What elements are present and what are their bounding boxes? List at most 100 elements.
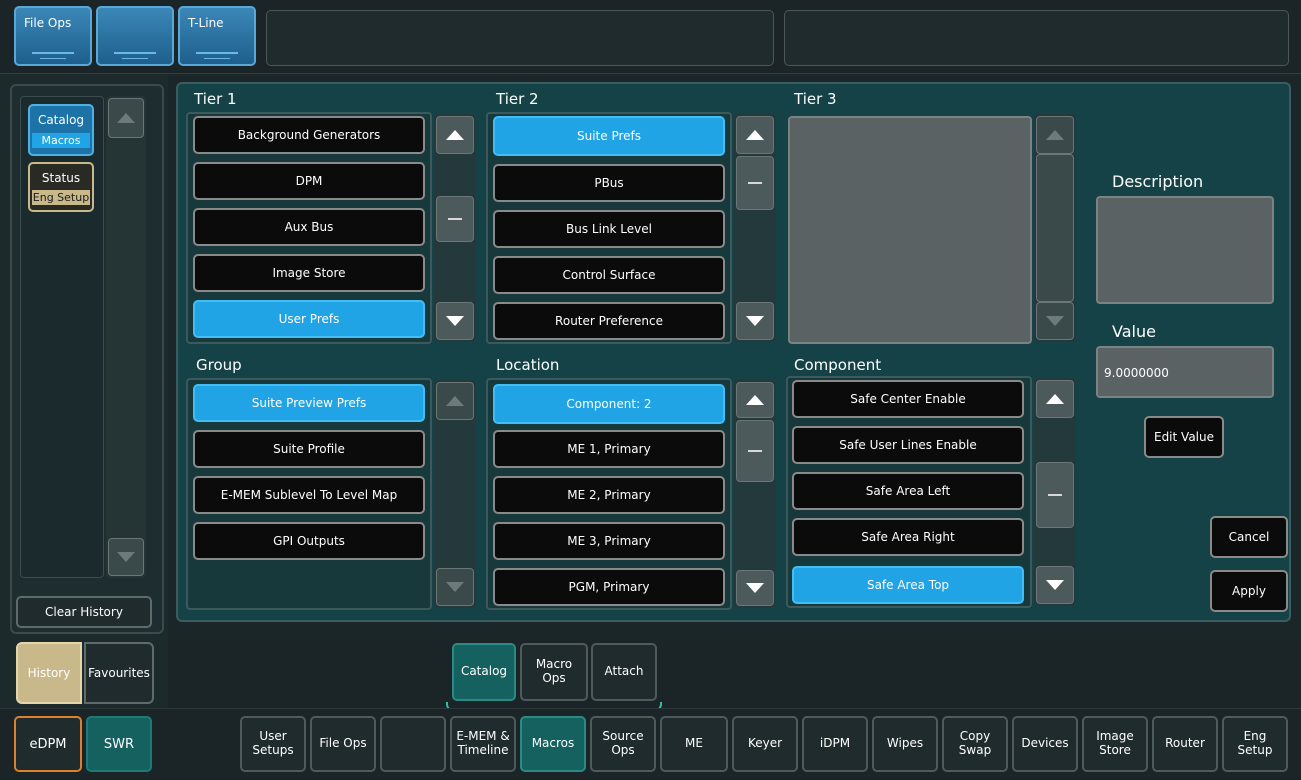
tier3-scroll-thumb[interactable] [1036, 154, 1074, 302]
tier2-item-bus-link-level[interactable]: Bus Link Level [493, 210, 725, 248]
status-label: Status [41, 171, 81, 185]
location-item-component-2[interactable]: Component: 2 [493, 384, 725, 424]
chevron-up-icon [746, 130, 764, 140]
nav-eng-setup[interactable]: Eng Setup [1222, 716, 1288, 772]
catalog-macros-button[interactable]: Catalog Macros [28, 104, 94, 156]
tier2-item-control-surface[interactable]: Control Surface [493, 256, 725, 294]
component-item-safe-area-right[interactable]: Safe Area Right [792, 518, 1024, 556]
component-item-safe-area-top[interactable]: Safe Area Top [792, 566, 1024, 604]
tier1-scroll-up-button[interactable] [436, 116, 474, 154]
nav-e-mem-l1: E-MEM & [456, 729, 510, 744]
component-item-safe-user-lines-enable[interactable]: Safe User Lines Enable [792, 426, 1024, 464]
nav-blank[interactable] [380, 716, 446, 772]
subtab-macro-ops-label-2: Ops [542, 671, 566, 685]
nav-image-store[interactable]: Image Store [1082, 716, 1148, 772]
tier2-scroll-thumb[interactable] [736, 156, 774, 210]
group-item-suite-profile[interactable]: Suite Profile [193, 430, 425, 468]
nav-devices-l1: Devices [1021, 736, 1069, 751]
description-label: Description [1112, 172, 1204, 191]
apply-button[interactable]: Apply [1210, 570, 1288, 612]
location-item-pgm-primary[interactable]: PGM, Primary [493, 568, 725, 606]
group-scroll-down-button[interactable] [436, 568, 474, 606]
tier2-item-suite-prefs[interactable]: Suite Prefs [493, 116, 725, 156]
tier3-scroll-up-button[interactable] [1036, 116, 1074, 154]
location-scroll-thumb[interactable] [736, 420, 774, 482]
cancel-button[interactable]: Cancel [1210, 516, 1288, 558]
edit-value-label: Edit Value [1153, 430, 1214, 444]
sidebar-scrollbar[interactable] [106, 96, 146, 578]
group-scroll-up-button[interactable] [436, 382, 474, 420]
nav-wipes[interactable]: Wipes [872, 716, 938, 772]
chevron-down-icon [117, 552, 135, 562]
nav-keyer[interactable]: Keyer [732, 716, 798, 772]
nav-e-mem-timeline[interactable]: E-MEM & Timeline [450, 716, 516, 772]
top-t-line-button[interactable]: T-Line [178, 6, 256, 66]
location-item-me3-primary[interactable]: ME 3, Primary [493, 522, 725, 560]
clear-history-label: Clear History [45, 605, 123, 619]
sidebar-scroll-down-button[interactable] [108, 538, 144, 576]
group-item-suite-preview-prefs[interactable]: Suite Preview Prefs [193, 384, 425, 422]
tier1-item-image-store[interactable]: Image Store [193, 254, 425, 292]
tier1-item-background-generators[interactable]: Background Generators [193, 116, 425, 154]
chevron-up-icon [1046, 394, 1064, 404]
subtab-attach[interactable]: Attach [591, 643, 657, 701]
edpm-button[interactable]: eDPM [14, 716, 82, 772]
nav-copy-swap-l2: Swap [958, 743, 992, 757]
top-blank-button[interactable] [96, 6, 174, 66]
nav-image-store-l2: Store [1099, 743, 1131, 757]
top-file-ops-button[interactable]: File Ops [14, 6, 92, 66]
nav-source-ops-l2: Ops [611, 743, 635, 757]
location-scroll-up-button[interactable] [736, 382, 774, 418]
scroll-thumb-grip-icon [748, 182, 762, 184]
tier2-item-router-preference[interactable]: Router Preference [493, 302, 725, 340]
description-box [1096, 196, 1274, 304]
component-item-safe-area-left[interactable]: Safe Area Left [792, 472, 1024, 510]
chevron-up-icon [746, 395, 764, 405]
nav-router[interactable]: Router [1152, 716, 1218, 772]
edit-value-button[interactable]: Edit Value [1144, 416, 1224, 458]
nav-copy-swap[interactable]: Copy Swap [942, 716, 1008, 772]
nav-me[interactable]: ME [660, 716, 728, 772]
tier1-item-aux-bus[interactable]: Aux Bus [193, 208, 425, 246]
tier2-scroll-up-button[interactable] [736, 116, 774, 154]
nav-e-mem-l2: Timeline [457, 743, 509, 757]
nav-source-ops[interactable]: Source Ops [590, 716, 656, 772]
favourites-tab-label: Favourites [88, 666, 150, 680]
chevron-up-icon [446, 396, 464, 406]
tier2-item-pbus[interactable]: PBus [493, 164, 725, 202]
location-item-me2-primary[interactable]: ME 2, Primary [493, 476, 725, 514]
nav-user-setups[interactable]: User Setups [240, 716, 306, 772]
component-item-safe-center-enable[interactable]: Safe Center Enable [792, 380, 1024, 418]
component-scroll-up-button[interactable] [1036, 380, 1074, 418]
nav-macros[interactable]: Macros [520, 716, 586, 772]
subtab-catalog-label: Catalog [460, 664, 508, 679]
status-eng-setup-button[interactable]: Status Eng Setup [28, 162, 94, 212]
tier1-scroll-down-button[interactable] [436, 302, 474, 340]
nav-devices[interactable]: Devices [1012, 716, 1078, 772]
nav-keyer-l1: Keyer [747, 736, 783, 751]
sidebar-scroll-up-button[interactable] [108, 98, 144, 138]
tier1-item-dpm[interactable]: DPM [193, 162, 425, 200]
tier1-scroll-thumb[interactable] [436, 196, 474, 242]
nav-idpm[interactable]: iDPM [802, 716, 868, 772]
group-item-e-mem-sublevel[interactable]: E-MEM Sublevel To Level Map [193, 476, 425, 514]
tier1-item-user-prefs[interactable]: User Prefs [193, 300, 425, 338]
tier2-scroll-down-button[interactable] [736, 302, 774, 340]
history-tab[interactable]: History [16, 642, 82, 704]
nav-image-store-l1: Image [1096, 729, 1134, 744]
component-scroll-down-button[interactable] [1036, 566, 1074, 604]
nav-file-ops[interactable]: File Ops [310, 716, 376, 772]
tier3-scroll-down-button[interactable] [1036, 302, 1074, 340]
location-item-me1-primary[interactable]: ME 1, Primary [493, 430, 725, 468]
location-scroll-down-button[interactable] [736, 570, 774, 606]
group-item-gpi-outputs[interactable]: GPI Outputs [193, 522, 425, 560]
chevron-up-icon [446, 130, 464, 140]
swr-button[interactable]: SWR [86, 716, 152, 772]
chevron-down-icon [746, 583, 764, 593]
clear-history-button[interactable]: Clear History [16, 596, 152, 628]
subtab-macro-ops[interactable]: Macro Ops [520, 643, 588, 701]
favourites-tab[interactable]: Favourites [84, 642, 154, 704]
subtab-catalog[interactable]: Catalog [452, 643, 516, 701]
component-scroll-thumb[interactable] [1036, 462, 1074, 528]
group-title: Group [196, 356, 242, 374]
